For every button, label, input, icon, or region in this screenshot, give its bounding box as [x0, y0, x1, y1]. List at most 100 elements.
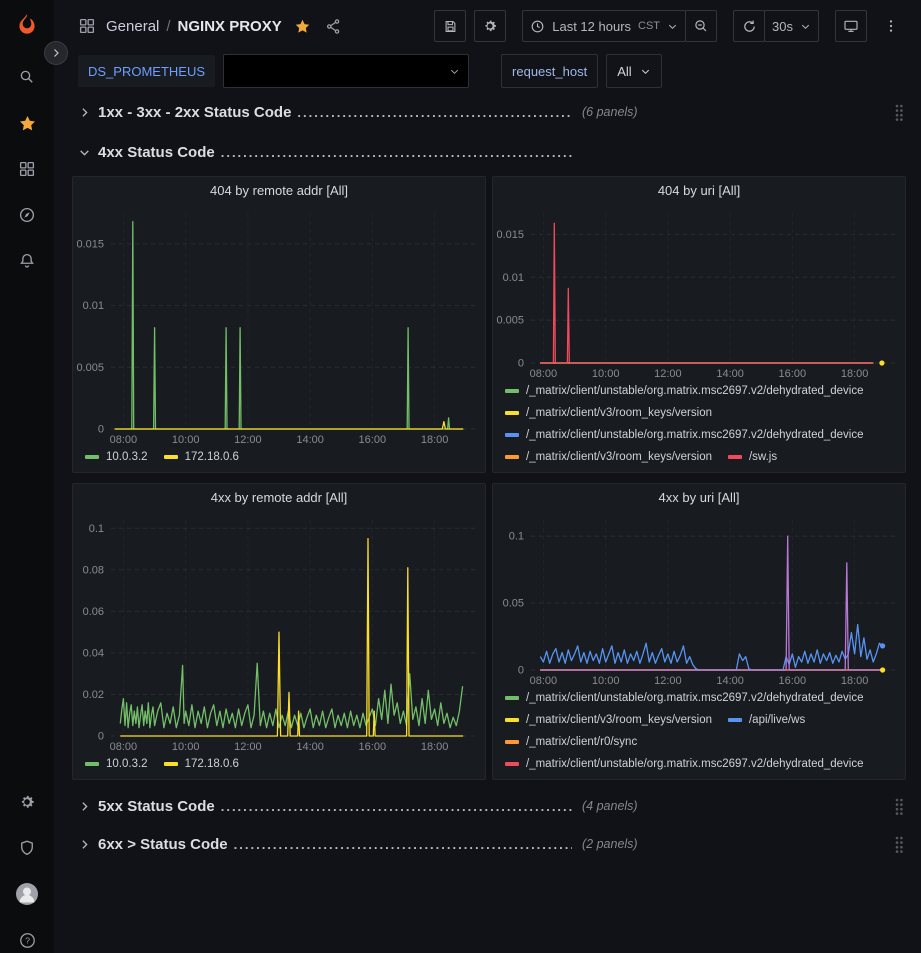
- favorite-star-icon[interactable]: [294, 18, 311, 35]
- tv-mode-button[interactable]: [835, 10, 867, 42]
- svg-text:16:00: 16:00: [779, 675, 807, 687]
- legend-item[interactable]: /sw.js: [728, 446, 777, 468]
- row-drag-handle[interactable]: [894, 103, 904, 121]
- legend-item[interactable]: /_matrix/client/unstable/org.matrix.msc2…: [505, 424, 864, 446]
- row-6xx[interactable]: 6xx > Status Code ......................…: [72, 830, 906, 858]
- dashboard-title[interactable]: NGINX PROXY: [178, 18, 282, 35]
- admin-shield-icon[interactable]: [7, 830, 47, 866]
- legend-item[interactable]: /api/live/ws: [728, 709, 805, 731]
- help-icon[interactable]: ?: [7, 922, 47, 953]
- svg-text:0: 0: [518, 665, 524, 677]
- svg-text:0.01: 0.01: [503, 272, 524, 284]
- legend-item[interactable]: 10.0.3.2: [85, 753, 148, 775]
- explore-compass-icon[interactable]: [7, 197, 47, 233]
- request-host-select[interactable]: All: [606, 54, 661, 88]
- chevron-right-icon: [78, 838, 91, 851]
- share-icon[interactable]: [325, 18, 342, 35]
- legend-item[interactable]: 172.18.0.6: [164, 446, 239, 468]
- svg-text:?: ?: [25, 935, 30, 945]
- legend-swatch: [505, 718, 519, 722]
- svg-text:08:00: 08:00: [530, 675, 558, 687]
- row-5xx[interactable]: 5xx Status Code ........................…: [72, 792, 906, 820]
- grafana-dashboard: ? General / NGINX PROXY: [0, 0, 921, 953]
- chart-svg[interactable]: 00.0050.010.01508:0010:0012:0014:0016:00…: [493, 205, 905, 380]
- svg-text:12:00: 12:00: [234, 741, 262, 753]
- row-1xx-3xx-2xx[interactable]: 1xx - 3xx - 2xx Status Code ............…: [72, 98, 906, 126]
- time-range-picker[interactable]: Last 12 hours CST: [522, 10, 686, 42]
- timezone-label: CST: [638, 20, 660, 32]
- user-avatar[interactable]: [7, 876, 47, 912]
- legend-label: 172.18.0.6: [185, 753, 239, 775]
- legend-item[interactable]: /_matrix/client/unstable/org.matrix.msc2…: [505, 687, 864, 709]
- refresh-button[interactable]: [733, 10, 765, 42]
- toolbar: Last 12 hours CST 30s: [434, 10, 907, 42]
- dashboards-icon[interactable]: [7, 151, 47, 187]
- row-drag-handle[interactable]: [894, 797, 904, 815]
- row-panel-count: (4 panels): [582, 799, 638, 813]
- svg-text:16:00: 16:00: [779, 368, 807, 380]
- main-area: General / NGINX PROXY: [54, 0, 921, 858]
- legend: /_matrix/client/unstable/org.matrix.msc2…: [493, 380, 905, 472]
- request-host-variable-label: request_host: [501, 54, 598, 88]
- svg-text:18:00: 18:00: [421, 741, 449, 753]
- legend-label: /api/live/ws: [749, 709, 805, 731]
- zoom-out-button[interactable]: [685, 10, 717, 42]
- search-icon[interactable]: [7, 59, 47, 95]
- chart-svg[interactable]: 00.0050.010.01508:0010:0012:0014:0016:00…: [73, 205, 485, 446]
- starred-icon[interactable]: [7, 105, 47, 141]
- legend-item[interactable]: /_matrix/client/v3/room_keys/version: [505, 709, 712, 731]
- panel-title[interactable]: 404 by uri [All]: [493, 177, 905, 205]
- alerting-bell-icon[interactable]: [7, 243, 47, 279]
- legend-item[interactable]: 172.18.0.6: [164, 753, 239, 775]
- chevron-right-icon: [78, 800, 91, 813]
- breadcrumb-section[interactable]: General: [106, 18, 159, 35]
- save-dashboard-button[interactable]: [434, 10, 466, 42]
- legend-item[interactable]: /_matrix/client/unstable/org.matrix.msc2…: [505, 753, 864, 775]
- row-title: 1xx - 3xx - 2xx Status Code: [98, 104, 291, 121]
- panel-title[interactable]: 4xx by remote addr [All]: [73, 484, 485, 512]
- panel-title[interactable]: 4xx by uri [All]: [493, 484, 905, 512]
- dashboard-settings-button[interactable]: [474, 10, 506, 42]
- legend-item[interactable]: /_matrix/client/v3/room_keys/version: [505, 446, 712, 468]
- chevron-right-icon: [78, 106, 91, 119]
- legend-item[interactable]: /_matrix/client/v3/room_keys/version: [505, 402, 712, 424]
- chart-area: 00.0050.010.01508:0010:0012:0014:0016:00…: [493, 205, 905, 380]
- svg-text:0.06: 0.06: [83, 606, 104, 618]
- svg-text:0.04: 0.04: [83, 647, 104, 659]
- legend-label: 172.18.0.6: [185, 446, 239, 468]
- chart-svg[interactable]: 00.050.108:0010:0012:0014:0016:0018:00: [493, 512, 905, 687]
- legend-item[interactable]: /_matrix/client/unstable/org.matrix.msc2…: [505, 380, 864, 402]
- dashboard-body: 1xx - 3xx - 2xx Status Code ............…: [54, 98, 921, 858]
- row-4xx[interactable]: 4xx Status Code ........................…: [72, 138, 906, 166]
- legend-label: 10.0.3.2: [106, 446, 148, 468]
- row-panel-count: (6 panels): [582, 105, 638, 119]
- legend: /_matrix/client/unstable/org.matrix.msc2…: [493, 687, 905, 779]
- kebab-menu-icon[interactable]: [875, 10, 907, 42]
- panel-title[interactable]: 404 by remote addr [All]: [73, 177, 485, 205]
- apps-grid-icon[interactable]: [78, 17, 96, 35]
- row-drag-handle[interactable]: [894, 835, 904, 853]
- chart-svg[interactable]: 00.020.040.060.080.108:0010:0012:0014:00…: [73, 512, 485, 753]
- svg-text:16:00: 16:00: [359, 434, 387, 446]
- datasource-select[interactable]: [223, 54, 469, 88]
- legend-swatch: [85, 762, 99, 766]
- legend-label: 10.0.3.2: [106, 753, 148, 775]
- settings-gear-icon[interactable]: [7, 784, 47, 820]
- svg-text:0.005: 0.005: [76, 362, 104, 374]
- sidebar-expand-button[interactable]: [44, 41, 68, 65]
- clock-icon: [530, 19, 545, 34]
- svg-text:08:00: 08:00: [530, 368, 558, 380]
- legend-item[interactable]: /_matrix/client/r0/sync: [505, 731, 637, 753]
- svg-text:0.02: 0.02: [83, 689, 104, 701]
- panel-1: 404 by remote addr [All]00.0050.010.0150…: [72, 176, 486, 473]
- chart-area: 00.050.108:0010:0012:0014:0016:0018:00: [493, 512, 905, 687]
- refresh-interval-picker[interactable]: 30s: [764, 10, 819, 42]
- refresh-interval-label: 30s: [772, 19, 793, 34]
- grafana-logo[interactable]: [12, 10, 42, 40]
- sidebar: ?: [0, 0, 54, 953]
- legend-swatch: [728, 718, 742, 722]
- legend-item[interactable]: 10.0.3.2: [85, 446, 148, 468]
- svg-text:0: 0: [518, 358, 524, 370]
- legend: 10.0.3.2 172.18.0.6: [73, 446, 485, 472]
- svg-text:12:00: 12:00: [654, 368, 682, 380]
